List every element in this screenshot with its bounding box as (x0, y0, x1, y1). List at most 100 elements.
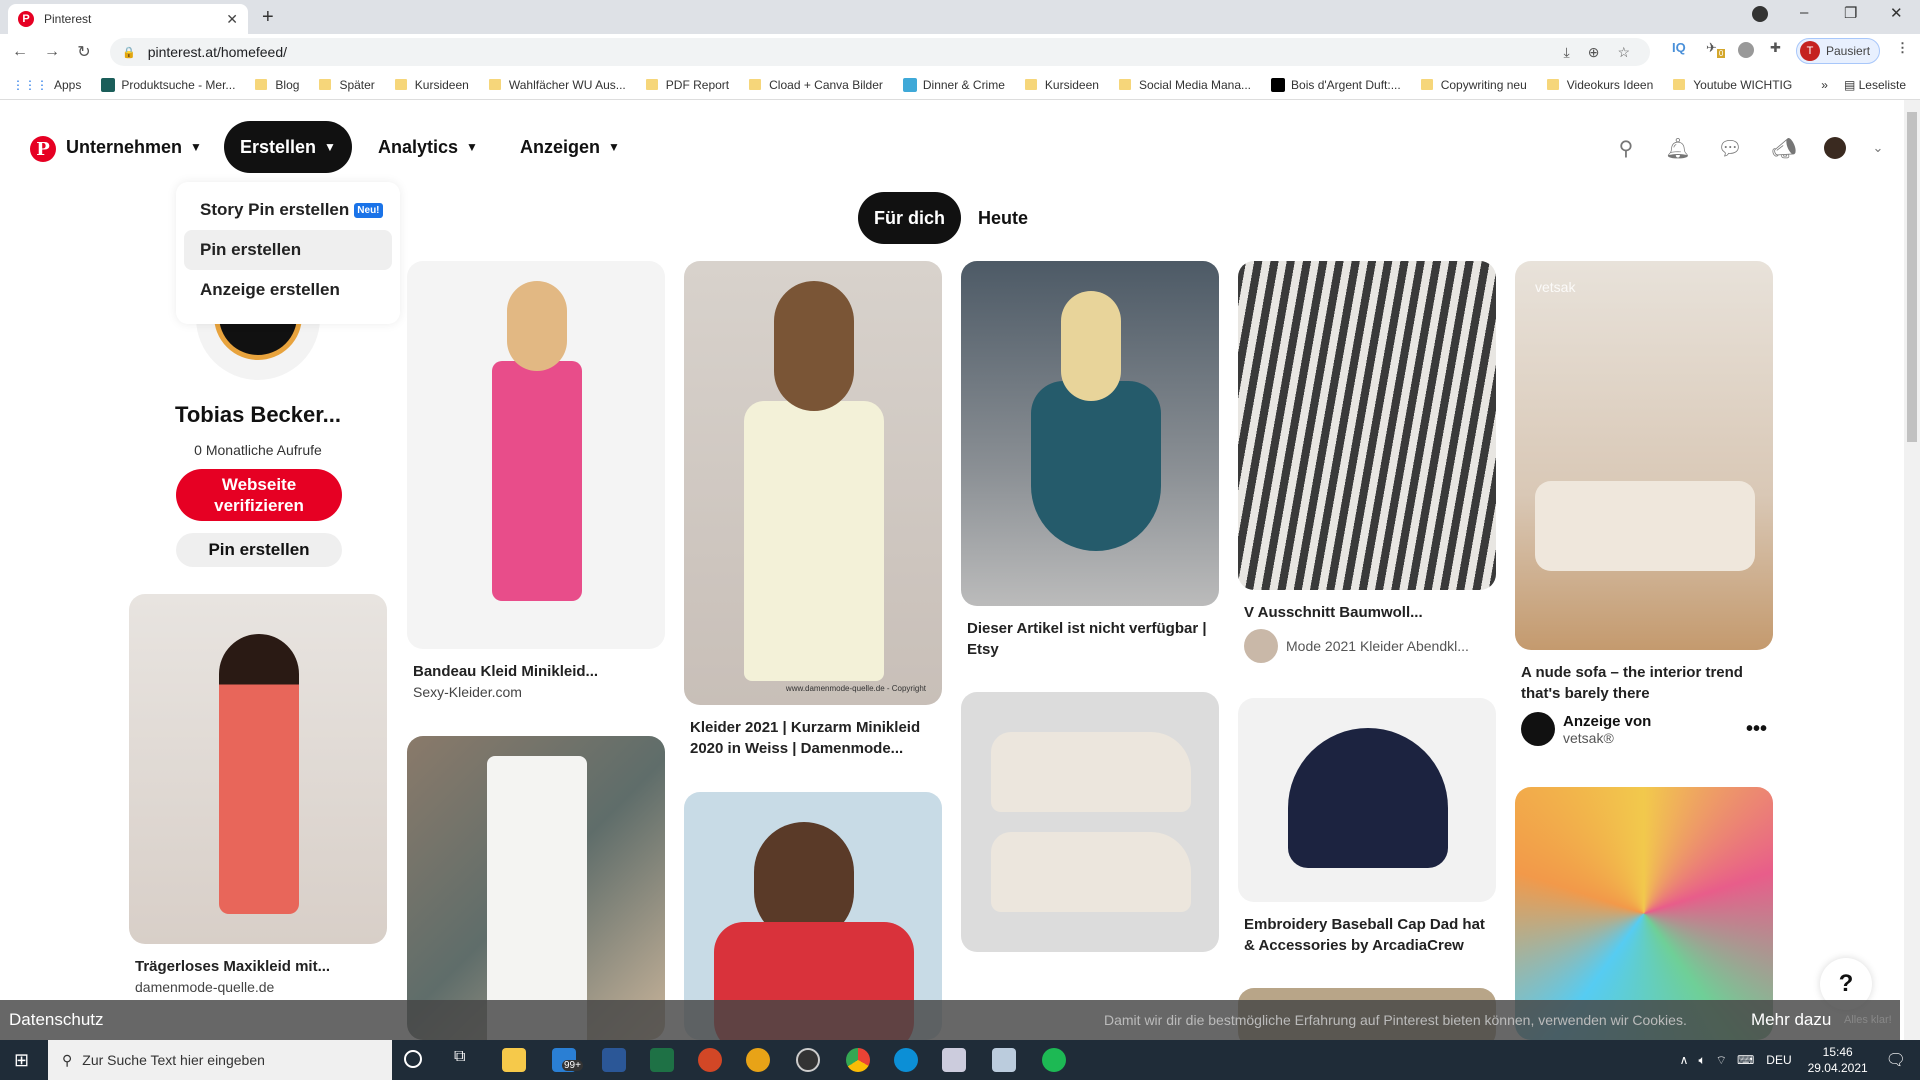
pin-title[interactable]: Dieser Artikel ist nicht verfügbar | Ets… (961, 618, 1219, 660)
zoom-icon[interactable]: ⊕ (1588, 44, 1600, 61)
profile-chip[interactable]: T Pausiert (1796, 38, 1880, 64)
pin-card[interactable]: V Ausschnitt Baumwoll... Mode 2021 Kleid… (1238, 261, 1496, 663)
reading-list-button[interactable]: ▤ Leseliste (1844, 78, 1906, 92)
bookmark-item[interactable]: Bois d'Argent Duft:... (1271, 77, 1401, 92)
pin-image[interactable] (129, 594, 387, 944)
mail-icon[interactable]: 99+ (552, 1048, 583, 1072)
nav-anzeigen[interactable]: Anzeigen ▼ (504, 121, 636, 173)
chrome-icon[interactable] (846, 1048, 870, 1072)
wifi-icon[interactable]: ⌔ (1716, 1053, 1727, 1068)
tab-fuer-dich[interactable]: Für dich (858, 192, 961, 244)
advertiser-name[interactable]: vetsak® (1563, 730, 1651, 746)
minimize-button[interactable]: – (1800, 4, 1808, 21)
pin-image[interactable] (407, 736, 665, 1040)
pin-title[interactable]: Embroidery Baseball Cap Dad hat & Access… (1238, 914, 1496, 956)
accept-cookies-button[interactable]: Alles klar! (1844, 1014, 1892, 1026)
bookmark-item[interactable]: Dinner & Crime (902, 77, 1005, 92)
volume-icon[interactable]: 🔈︎ (1698, 1053, 1705, 1068)
bookmark-item[interactable]: Kursideen (1024, 78, 1099, 92)
app-icon[interactable] (942, 1048, 966, 1072)
pin-image[interactable] (407, 261, 665, 649)
edge-icon[interactable] (894, 1048, 918, 1072)
pin-card[interactable] (407, 736, 665, 1040)
browser-tab[interactable]: P Pinterest ✕ (8, 4, 248, 34)
pin-title[interactable]: Kleider 2021 | Kurzarm Minikleid 2020 in… (684, 717, 942, 759)
app-icon[interactable] (992, 1048, 1016, 1072)
install-icon[interactable]: ⤓ (1564, 44, 1570, 61)
iq-extension-icon[interactable]: IQ (1672, 40, 1686, 55)
excel-icon[interactable] (650, 1048, 674, 1072)
bookmark-item[interactable]: Produktsuche - Mer... (101, 77, 235, 92)
bookmark-item[interactable]: Blog (255, 78, 299, 92)
verify-website-button[interactable]: Webseite verifizieren (176, 469, 342, 521)
task-view-icon[interactable]: ⧉ (454, 1048, 465, 1066)
pin-source[interactable]: Sexy-Kleider.com (407, 684, 665, 700)
pin-card[interactable]: Dieser Artikel ist nicht verfügbar | Ets… (961, 261, 1219, 660)
pin-source[interactable]: damenmode-quelle.de (129, 979, 387, 995)
bookmark-item[interactable]: Wahlfächer WU Aus... (488, 78, 626, 92)
bookmark-item[interactable]: Videokurs Ideen (1546, 78, 1653, 92)
bookmark-star-icon[interactable]: ☆ (1617, 44, 1630, 61)
obs-icon[interactable] (796, 1048, 820, 1072)
bookmark-item[interactable]: Kursideen (394, 78, 469, 92)
language-indicator[interactable]: DEU (1766, 1053, 1791, 1067)
powerpoint-icon[interactable] (698, 1048, 722, 1072)
pin-image[interactable] (1238, 698, 1496, 902)
page-scrollbar[interactable] (1904, 100, 1920, 1040)
pin-source[interactable]: Mode 2021 Kleider Abendkl... (1238, 629, 1496, 663)
search-icon[interactable]: ⚲ (1612, 134, 1640, 162)
reload-button[interactable]: ↻ (72, 42, 96, 62)
pin-image[interactable] (961, 261, 1219, 606)
media-control-icon[interactable] (1752, 6, 1768, 22)
pin-card[interactable]: Bandeau Kleid Minikleid... Sexy-Kleider.… (407, 261, 665, 700)
tab-heute[interactable]: Heute (962, 192, 1044, 244)
menu-item-story-pin[interactable]: Story Pin erstellen Neu! (184, 190, 392, 230)
pin-title[interactable]: Bandeau Kleid Minikleid... (407, 661, 665, 682)
keyboard-icon[interactable]: ⌨ (1737, 1053, 1754, 1067)
learn-more-link[interactable]: Mehr dazu (1751, 1010, 1831, 1030)
messages-icon[interactable]: 💬︎ (1716, 134, 1744, 162)
pin-image[interactable]: vetsak (1515, 261, 1773, 650)
bookmark-item[interactable]: Später (319, 78, 375, 92)
extensions-puzzle-icon[interactable]: ✚ (1770, 40, 1781, 56)
create-pin-button[interactable]: Pin erstellen (176, 533, 342, 567)
bookmarks-overflow-button[interactable]: » (1821, 78, 1828, 92)
advertiser-logo[interactable] (1521, 712, 1555, 746)
file-explorer-icon[interactable] (502, 1048, 526, 1072)
bookmark-item[interactable]: Youtube WICHTIG (1673, 78, 1792, 92)
pin-image[interactable] (1238, 261, 1496, 590)
taskbar-search[interactable]: ⚲ Zur Suche Text hier eingeben (48, 1040, 392, 1080)
address-bar[interactable]: 🔒 pinterest.at/homefeed/ ⤓ ⊕ ☆ (110, 38, 1650, 66)
nav-unternehmen[interactable]: Unternehmen ▼ (50, 121, 218, 173)
avatar[interactable] (1824, 137, 1846, 159)
bookmark-item[interactable]: ⋮⋮⋮ Apps (12, 78, 81, 92)
bookmark-item[interactable]: Copywriting neu (1420, 78, 1527, 92)
more-options-icon[interactable]: ••• (1746, 718, 1767, 741)
cortana-icon[interactable] (404, 1050, 422, 1068)
pin-title[interactable]: V Ausschnitt Baumwoll... (1238, 602, 1496, 623)
close-window-button[interactable]: ✕ (1890, 4, 1903, 22)
megaphone-icon[interactable]: 📣︎ (1770, 134, 1798, 162)
clock[interactable]: 15:46 29.04.2021 (1808, 1044, 1868, 1076)
pin-card[interactable]: Embroidery Baseball Cap Dad hat & Access… (1238, 698, 1496, 956)
privacy-link[interactable]: Datenschutz (9, 1010, 104, 1030)
forward-button[interactable]: → (40, 43, 64, 61)
scrollbar-thumb[interactable] (1907, 112, 1917, 442)
pin-title[interactable]: Trägerloses Maxikleid mit... (129, 956, 387, 977)
restore-button[interactable]: ❐ (1844, 4, 1857, 22)
nav-analytics[interactable]: Analytics ▼ (362, 121, 494, 173)
profile-name[interactable]: Tobias Becker... (130, 402, 386, 428)
nav-erstellen[interactable]: Erstellen ▼ (224, 121, 352, 173)
new-tab-button[interactable]: + (262, 6, 274, 29)
bookmark-item[interactable]: Cload + Canva Bilder (749, 78, 883, 92)
app-icon[interactable] (746, 1048, 770, 1072)
spotify-icon[interactable] (1042, 1048, 1066, 1072)
notifications-icon[interactable]: 🗨︎ (1886, 1050, 1906, 1070)
extension-icon[interactable]: ✈ 0 (1706, 40, 1726, 58)
tray-overflow-icon[interactable]: ∧ (1680, 1053, 1689, 1067)
close-tab-icon[interactable]: ✕ (226, 11, 238, 28)
menu-item-create-pin[interactable]: Pin erstellen (184, 230, 392, 270)
adblock-icon[interactable] (1738, 42, 1754, 58)
pin-image[interactable] (961, 692, 1219, 952)
browser-menu-icon[interactable]: ⋮ (1896, 40, 1909, 56)
